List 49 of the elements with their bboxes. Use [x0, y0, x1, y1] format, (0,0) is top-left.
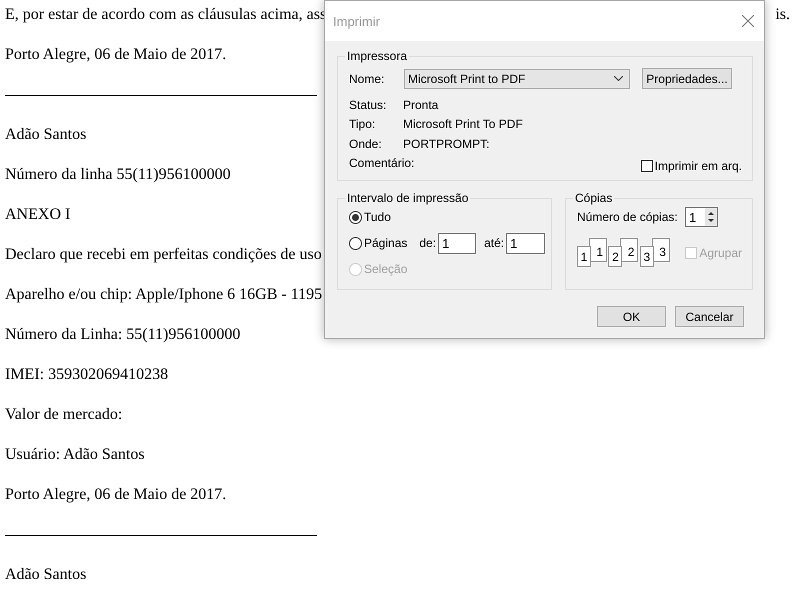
dialog-title: Imprimir: [333, 14, 380, 28]
document-text: IMEI: 359302069410238: [5, 366, 168, 384]
close-icon[interactable]: [742, 15, 754, 27]
collate-pages-drawing: 2 2: [608, 238, 638, 268]
printer-select[interactable]: Microsoft Print to PDF: [404, 68, 630, 88]
info-label: Status:: [349, 98, 388, 112]
document-text: Aparelho e/ou chip: Apple/Iphone 6 16GB - 1195: [5, 286, 322, 304]
document-text: Porto Alegre, 06 de Maio de 2017.: [5, 486, 226, 504]
chevron-down-icon: [614, 76, 623, 81]
radio-label: Páginas: [364, 236, 408, 250]
document-text: Declaro que recebi em perfeitas condições de uso: [5, 246, 322, 264]
checkbox-label: Imprimir em arq.: [654, 159, 742, 174]
radio-label: Tudo: [364, 210, 391, 224]
group-legend: Impressora: [345, 49, 410, 63]
info-label: Tipo:: [349, 117, 376, 132]
document-text: Adão Santos: [5, 566, 86, 584]
dialog-button[interactable]: OK: [597, 306, 666, 327]
document-text: Valor de mercado:: [5, 406, 122, 424]
checkbox-label: Agrupar: [699, 246, 742, 260]
field-label: Nome:: [349, 72, 386, 86]
document-text: Usuário: Adão Santos: [5, 446, 145, 464]
document-text: Número da Linha: 55(11)956100000: [5, 326, 240, 344]
field-label: de:: [419, 236, 436, 250]
collate-pages-drawing: 1 1: [577, 238, 606, 268]
document-text: Adão Santos: [5, 126, 86, 144]
copies-spinner[interactable]: 1: [685, 207, 718, 227]
document-text: Porto Alegre, 06 de Maio de 2017.: [5, 46, 226, 64]
from-page-field[interactable]: 1: [438, 232, 476, 254]
radio-button[interactable]: [349, 236, 362, 250]
collate-pages-drawing: 3 3: [640, 238, 670, 268]
group-legend: Intervalo de impressão: [345, 191, 470, 205]
document-text: is.: [775, 6, 790, 24]
document-text: Número da linha 55(11)956100000: [5, 166, 231, 184]
info-value: Pronta: [403, 98, 438, 112]
checkbox[interactable]: [640, 160, 653, 172]
info-label: Comentário:: [349, 156, 414, 170]
dialog-button[interactable]: Cancelar: [675, 306, 744, 327]
to-page-field[interactable]: 1: [506, 232, 546, 254]
radio-button[interactable]: [349, 210, 362, 224]
info-value: Microsoft Print To PDF: [403, 117, 523, 132]
properties-button[interactable]: Propriedades...: [642, 68, 732, 89]
field-label: até:: [484, 236, 504, 250]
up-down-arrows-icon[interactable]: [705, 208, 717, 226]
document-text: ANEXO I: [5, 206, 70, 224]
field-label: Número de cópias:: [577, 210, 679, 224]
info-value: PORTPROMPT:: [403, 136, 490, 151]
info-label: Onde:: [349, 136, 383, 151]
radio-label: Seleção: [364, 262, 408, 276]
group-legend: Cópias: [573, 191, 614, 205]
